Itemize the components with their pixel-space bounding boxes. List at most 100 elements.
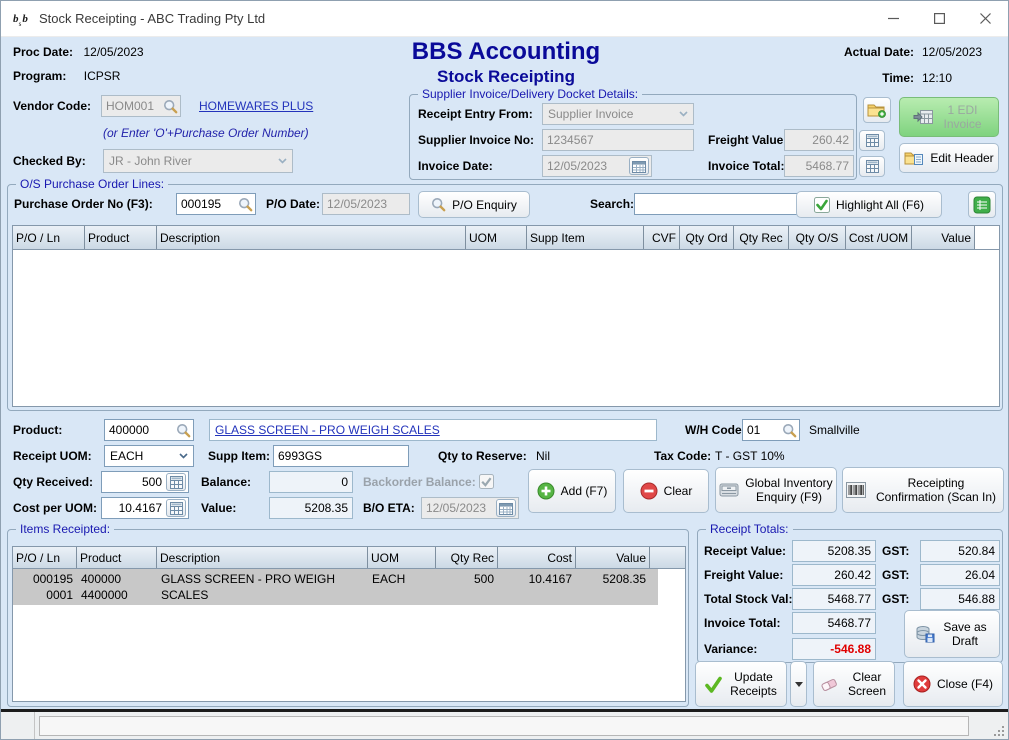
clear-label: Clear <box>664 484 693 498</box>
product-description-box[interactable]: GLASS SCREEN - PRO WEIGH SCALES <box>209 419 657 441</box>
backorder-balance-checkbox[interactable] <box>479 474 494 489</box>
qty-received-input[interactable] <box>102 472 166 492</box>
update-receipts-dropdown-button[interactable] <box>790 661 807 707</box>
titlebar[interactable]: bsb Stock Receipting - ABC Trading Pty L… <box>1 1 1008 37</box>
column-header: Product <box>77 547 157 568</box>
po-number-input[interactable] <box>177 194 238 214</box>
checked-by-select[interactable]: JR - John River <box>103 149 293 173</box>
search-label: Search: <box>590 193 634 215</box>
close-circle-icon <box>913 675 931 693</box>
clear-button[interactable]: Clear <box>623 469 709 513</box>
cost-per-uom-field[interactable] <box>101 497 189 519</box>
gst2-input <box>920 564 1000 586</box>
receipt-uom-label: Receipt UOM: <box>13 445 92 467</box>
vendor-code-label: Vendor Code: <box>13 95 91 117</box>
cost-per-uom-input[interactable] <box>102 498 166 518</box>
edit-header-label: Edit Header <box>930 151 993 165</box>
main-area: Proc Date: 12/05/2023 Program: ICPSR BBS… <box>1 37 1008 709</box>
freight-calculator-button[interactable] <box>859 130 885 151</box>
items-receipted-table[interactable]: P/O / Ln Product Description UOM Qty Rec… <box>12 546 686 702</box>
receipt-uom-select[interactable]: EACH <box>104 445 194 467</box>
column-header: Description <box>157 226 466 249</box>
items-table-row-selected[interactable]: 0001950001 4000004400000 GLASS SCREEN - … <box>13 569 658 605</box>
po-lines-table[interactable]: P/O / Ln Product Description UOM Supp It… <box>12 225 1000 407</box>
eraser-icon <box>819 676 839 693</box>
freight-value-label: Freight Value: <box>708 129 787 151</box>
product-description-link[interactable]: GLASS SCREEN - PRO WEIGH SCALES <box>215 419 440 441</box>
product-code-input[interactable] <box>105 420 176 440</box>
calculator-icon[interactable] <box>166 473 186 491</box>
update-receipts-button[interactable]: Update Receipts <box>695 661 787 707</box>
vendor-code-input[interactable] <box>102 96 163 116</box>
invoice-date-field[interactable] <box>542 155 652 177</box>
items-receipted-legend: Items Receipted: <box>16 521 114 537</box>
close-window-button[interactable] <box>962 1 1008 36</box>
product-code-field[interactable] <box>104 419 194 441</box>
export-excel-button[interactable] <box>968 191 996 218</box>
proc-date-row: Proc Date: 12/05/2023 <box>13 41 144 63</box>
minimize-button[interactable] <box>870 1 916 36</box>
search-input[interactable] <box>634 193 820 215</box>
maximize-button[interactable] <box>916 1 962 36</box>
column-header: Qty O/S <box>789 226 846 249</box>
balance-label: Balance: <box>201 471 251 493</box>
invoice-total-calculator-button[interactable] <box>859 156 885 177</box>
po-number-field[interactable] <box>176 193 256 215</box>
receipting-confirmation-button[interactable]: Receipting Confirmation (Scan In) <box>842 467 1004 513</box>
edit-header-button[interactable]: Edit Header <box>899 143 999 173</box>
po-lines-table-header: P/O / Ln Product Description UOM Supp It… <box>13 226 999 250</box>
close-button[interactable]: Close (F4) <box>903 661 1003 707</box>
qty-received-field[interactable] <box>101 471 189 493</box>
freight-value-input[interactable] <box>784 129 854 151</box>
invoice-date-input[interactable] <box>543 156 629 176</box>
column-header: UOM <box>466 226 527 249</box>
invoice-total-label: Invoice Total: <box>708 155 784 177</box>
highlight-all-button[interactable]: Highlight All (F6) <box>796 191 942 218</box>
column-header: Supp Item <box>527 226 644 249</box>
dropdown-arrow-icon <box>795 682 803 687</box>
po-date-input[interactable] <box>322 193 410 215</box>
resize-grip[interactable] <box>993 725 1005 737</box>
barcode-icon <box>846 482 866 498</box>
vendor-search-icon[interactable] <box>163 99 178 114</box>
calculator-icon[interactable] <box>166 499 186 517</box>
bo-eta-input[interactable] <box>422 498 496 518</box>
save-as-draft-button[interactable]: Save as Draft <box>904 610 1000 658</box>
po-search-icon[interactable] <box>238 197 253 212</box>
edi-invoice-label: 1 EDI Invoice <box>940 103 986 131</box>
chevron-down-icon <box>179 453 188 459</box>
app-title: BBS Accounting <box>356 39 656 65</box>
vendor-code-field[interactable] <box>101 95 181 117</box>
wh-search-icon[interactable] <box>782 423 797 438</box>
freight-total-input <box>792 564 876 586</box>
column-header: Qty Ord <box>680 226 734 249</box>
invoice-total-input[interactable] <box>784 155 854 177</box>
items-table-header: P/O / Ln Product Description UOM Qty Rec… <box>13 547 685 569</box>
new-docket-button[interactable] <box>863 97 891 123</box>
po-number-label: Purchase Order No (F3): <box>14 193 153 215</box>
gst1-input <box>920 540 1000 562</box>
edi-invoice-button[interactable]: 1 EDI Invoice <box>899 97 999 137</box>
add-label: Add (F7) <box>561 484 608 498</box>
tax-code-value: T - GST 10% <box>715 445 785 467</box>
wh-code-input[interactable] <box>743 420 782 440</box>
add-button[interactable]: Add (F7) <box>528 469 616 513</box>
supplier-invoice-no-input[interactable] <box>542 129 694 151</box>
clear-screen-button[interactable]: Clear Screen <box>813 661 895 707</box>
window-title: Stock Receipting - ABC Trading Pty Ltd <box>39 11 265 26</box>
wh-code-field[interactable] <box>742 419 800 441</box>
po-enquiry-button[interactable]: P/O Enquiry <box>418 191 530 218</box>
bo-eta-field[interactable] <box>421 497 519 519</box>
product-search-icon[interactable] <box>176 423 191 438</box>
column-header: Qty Rec <box>436 547 498 568</box>
value-input <box>269 497 353 519</box>
receipt-entry-from-select[interactable]: Supplier Invoice <box>542 103 694 125</box>
global-inventory-button[interactable]: Global Inventory Enquiry (F9) <box>715 467 837 513</box>
calendar-icon[interactable] <box>629 157 649 175</box>
po-lines-group: O/S Purchase Order Lines: Purchase Order… <box>7 184 1003 411</box>
total-stock-input <box>792 588 876 610</box>
receipt-entry-from-value: Supplier Invoice <box>548 107 633 121</box>
supp-item-input[interactable] <box>273 445 409 467</box>
calendar-icon[interactable] <box>496 499 516 517</box>
vendor-name-link[interactable]: HOMEWARES PLUS <box>199 95 313 117</box>
